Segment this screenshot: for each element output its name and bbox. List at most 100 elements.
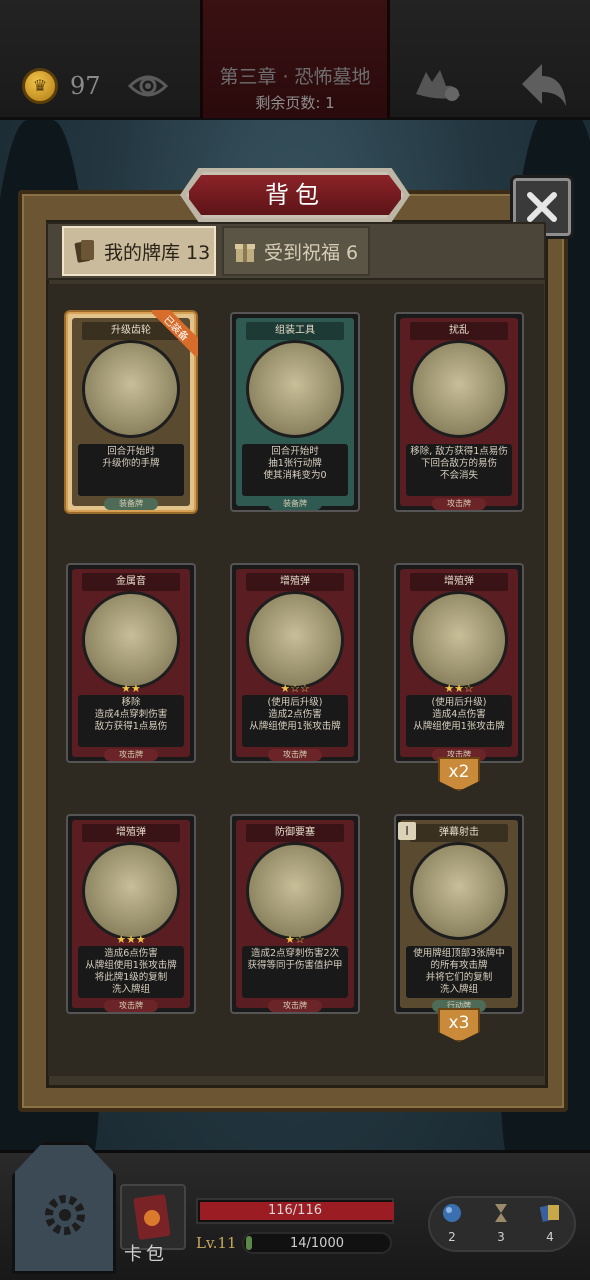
card-type: 装备牌 xyxy=(104,498,158,510)
card-title: 扰乱 xyxy=(410,322,508,340)
card-description-line: 洗入牌组 xyxy=(111,984,150,995)
player-level: Lv.11 xyxy=(196,1234,237,1252)
card-description-line: 使用牌组顶部3张牌中 xyxy=(413,948,505,959)
coin-count: 97 xyxy=(70,72,101,100)
card[interactable]: 增殖弹 ★☆☆ (使用后升级) 造成2点伤害 从牌组使用1张攻击牌 攻击牌 xyxy=(230,563,360,763)
eye-icon[interactable] xyxy=(128,70,168,102)
card-title: 增殖弹 xyxy=(246,573,344,591)
top-bar: ♛ 97 第三章 · 恐怖墓地 剩余页数: 1 xyxy=(0,0,590,120)
card-description-line: 造成6点伤害 xyxy=(104,948,158,959)
hp-text: 116/116 xyxy=(267,1203,322,1218)
card-art xyxy=(246,340,344,438)
card-art xyxy=(82,591,180,689)
card-description-line: 将此牌1级的复制 xyxy=(94,972,168,983)
card-description-line: 回合开始时 xyxy=(271,446,319,457)
card-art xyxy=(82,842,180,940)
card[interactable]: 增殖弹 ★★☆ (使用后升级) 造成4点伤害 从牌组使用1张攻击牌 攻击牌 xyxy=(394,563,524,763)
hourglass-icon xyxy=(495,1204,507,1222)
card-pack-icon xyxy=(133,1194,171,1240)
card[interactable]: 弹幕射击 使用牌组顶部3张牌中 的所有攻击牌 并将它们的复制 洗入牌组 行动牌 I xyxy=(394,814,524,1014)
card[interactable]: 增殖弹 ★★★ 造成6点伤害 从牌组使用1张攻击牌 将此牌1级的复制 洗入牌组 攻击牌 xyxy=(66,814,196,1014)
card-art xyxy=(410,591,508,689)
card-description-line: 回合开始时 xyxy=(107,446,155,457)
card-art xyxy=(410,340,508,438)
resource-hourglass-count: 3 xyxy=(497,1230,505,1244)
resource-orb-count: 2 xyxy=(448,1230,456,1244)
card-description: 回合开始时 抽1张行动牌 使其消耗变为0 xyxy=(242,444,348,496)
card-title: 防御要塞 xyxy=(246,824,344,842)
card-description-line: 敌方获得1点易伤 xyxy=(94,721,168,732)
resource-hourglass[interactable]: 3 xyxy=(481,1202,521,1244)
card-title: 弹幕射击 xyxy=(410,824,508,842)
card-deck-icon xyxy=(74,240,94,263)
card-description-line: 洗入牌组 xyxy=(439,984,478,995)
card-description-line: 造成4点穿刺伤害 xyxy=(94,709,168,720)
resource-cards[interactable]: 4 xyxy=(530,1202,570,1244)
hp-bar: 116/116 xyxy=(196,1198,394,1224)
card-description-line: 从牌组使用1张攻击牌 xyxy=(413,721,505,732)
card-description: 造成6点伤害 从牌组使用1张攻击牌 将此牌1级的复制 洗入牌组 xyxy=(78,946,184,998)
card-title: 增殖弹 xyxy=(410,573,508,591)
card-description: 回合开始时 升级你的手牌 xyxy=(78,444,184,496)
card-description-line: 移除, 敌方获得1点易伤 xyxy=(410,446,508,457)
card-rank-tag: I xyxy=(398,822,416,840)
resource-orb[interactable]: 2 xyxy=(432,1202,472,1244)
card-stars: ★☆ xyxy=(285,933,305,946)
card-type: 装备牌 xyxy=(268,498,322,510)
card-art xyxy=(410,842,508,940)
card[interactable]: 防御要塞 ★☆ 造成2点穿刺伤害2次 获得等同于伤害值护甲 攻击牌 xyxy=(230,814,360,1014)
tab-blessings[interactable]: 受到祝福 6 xyxy=(222,226,370,276)
settings-map-button[interactable] xyxy=(12,1142,116,1274)
companion-icon[interactable] xyxy=(412,64,464,104)
close-icon xyxy=(527,192,557,222)
card-description-line: (使用后升级) xyxy=(431,697,487,708)
xp-text: 14/1000 xyxy=(289,1236,344,1251)
resource-cards-count: 4 xyxy=(546,1230,554,1244)
blue-orb-icon xyxy=(443,1204,461,1222)
card[interactable]: 扰乱移除, 敌方获得1点易伤 下回合敌方的易伤 不会消失攻击牌 xyxy=(394,312,524,512)
card-description-line: 下回合敌方的易伤 xyxy=(420,458,497,469)
card-description: 移除, 敌方获得1点易伤 下回合敌方的易伤 不会消失 xyxy=(406,444,512,496)
tab-my-deck-label: 我的牌库 13 xyxy=(104,241,211,264)
xp-bar: 14/1000 xyxy=(242,1232,392,1254)
card-description: (使用后升级) 造成2点伤害 从牌组使用1张攻击牌 xyxy=(242,695,348,747)
card-type: 攻击牌 xyxy=(104,1000,158,1012)
card-title: 组装工具 xyxy=(246,322,344,340)
card-art xyxy=(246,591,344,689)
gift-icon xyxy=(235,244,255,262)
card[interactable]: 金属音 ★★ 移除 造成4点穿刺伤害 敌方获得1点易伤 攻击牌 xyxy=(66,563,196,763)
card-stars: ★★☆ xyxy=(444,682,474,695)
card-type: 攻击牌 xyxy=(268,1000,322,1012)
tab-my-deck[interactable]: 我的牌库 13 xyxy=(62,226,216,276)
card-description-line: 升级你的手牌 xyxy=(102,458,160,469)
card-description: (使用后升级) 造成4点伤害 从牌组使用1张攻击牌 xyxy=(406,695,512,747)
crown-coin-icon: ♛ xyxy=(22,68,58,104)
pages-remaining: 剩余页数: 1 xyxy=(255,94,335,112)
card-description-line: 抽1张行动牌 xyxy=(268,458,322,469)
card-description-line: 造成2点伤害 xyxy=(268,709,322,720)
cards-icon xyxy=(539,1204,559,1222)
card-description-line: 不会消失 xyxy=(439,470,478,481)
back-arrow-icon[interactable] xyxy=(520,62,568,108)
card-description-line: 造成4点伤害 xyxy=(432,709,486,720)
card[interactable]: 升级齿轮 回合开始时 升级你的手牌 装备牌 已装备 xyxy=(66,310,198,512)
card-description-line: 从牌组使用1张攻击牌 xyxy=(249,721,341,732)
card-description: 移除 造成4点穿刺伤害 敌方获得1点易伤 xyxy=(78,695,184,747)
tab-blessings-label: 受到祝福 6 xyxy=(264,241,359,264)
card-title: 增殖弹 xyxy=(82,824,180,842)
card-type: 攻击牌 xyxy=(432,498,486,510)
card-description: 使用牌组顶部3张牌中 的所有攻击牌 并将它们的复制 洗入牌组 xyxy=(406,946,512,998)
card-description-line: 获得等同于伤害值护甲 xyxy=(247,960,343,971)
card-description-line: 移除 xyxy=(121,697,141,708)
card-art xyxy=(246,842,344,940)
panel-title: 背包 xyxy=(265,181,325,209)
card[interactable]: 组装工具回合开始时 抽1张行动牌 使其消耗变为0 装备牌 xyxy=(230,312,360,512)
card-title: 金属音 xyxy=(82,573,180,591)
equipped-label: 已装备 xyxy=(152,310,198,356)
card-description-line: 造成2点穿刺伤害2次 xyxy=(250,948,340,959)
card-description-line: 的所有攻击牌 xyxy=(430,960,488,971)
card-description-line: (使用后升级) xyxy=(267,697,323,708)
card-stars: ★☆☆ xyxy=(280,682,310,695)
gear-icon xyxy=(45,1195,85,1235)
card-pack-label: 卡包 xyxy=(124,1244,168,1265)
